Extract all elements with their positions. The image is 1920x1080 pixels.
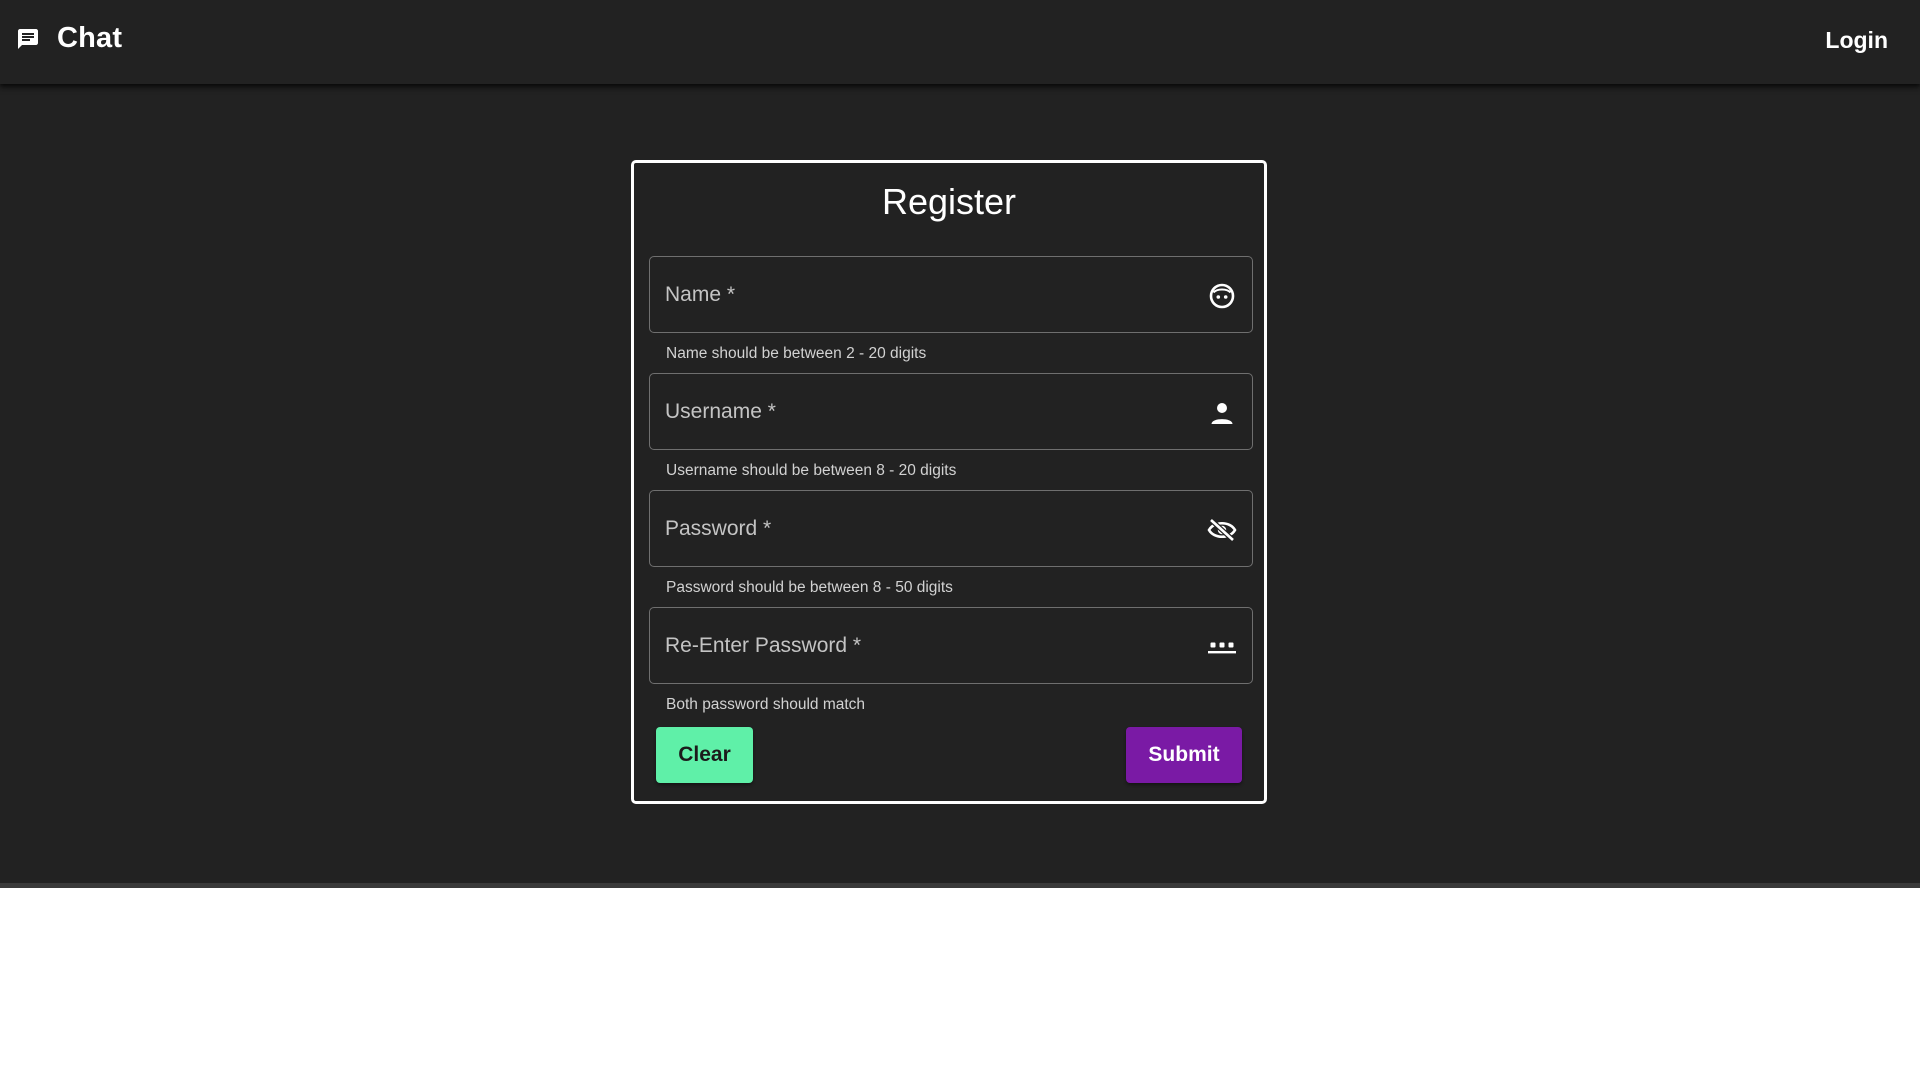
eye-off-icon[interactable] — [1207, 517, 1237, 543]
brand[interactable]: Chat — [16, 22, 122, 55]
password-dots-icon — [1208, 642, 1236, 654]
reenter-password-helper-text: Both password should match — [666, 696, 866, 713]
password-field[interactable]: Password * — [649, 490, 1253, 567]
clear-button[interactable]: Clear — [656, 727, 753, 783]
chat-bubble-icon — [18, 28, 38, 49]
person-icon — [1211, 403, 1233, 424]
reenter-password-input[interactable] — [650, 608, 1252, 683]
name-field[interactable]: Name * — [649, 256, 1253, 333]
login-link[interactable]: Login — [1825, 27, 1888, 54]
register-title: Register — [881, 181, 1017, 222]
username-field[interactable]: Username * — [649, 373, 1253, 450]
username-helper-text: Username should be between 8 - 20 digits — [666, 462, 957, 479]
face-icon — [1209, 283, 1235, 309]
app-background: Chat Login Register Name * Name should b… — [0, 0, 1920, 888]
password-helper-text: Password should be between 8 - 50 digits — [666, 579, 953, 596]
password-input[interactable] — [650, 491, 1252, 566]
username-input[interactable] — [650, 374, 1252, 449]
top-navbar: Chat Login — [0, 0, 1920, 84]
register-card: Register Name * Name should be between 2… — [631, 160, 1267, 804]
submit-button[interactable]: Submit — [1126, 727, 1242, 783]
name-helper-text: Name should be between 2 - 20 digits — [666, 345, 927, 362]
name-input[interactable] — [650, 257, 1252, 332]
app-title: Chat — [57, 22, 123, 54]
reenter-password-field[interactable]: Re-Enter Password * — [649, 607, 1253, 684]
app-bottom-divider — [0, 883, 1920, 888]
